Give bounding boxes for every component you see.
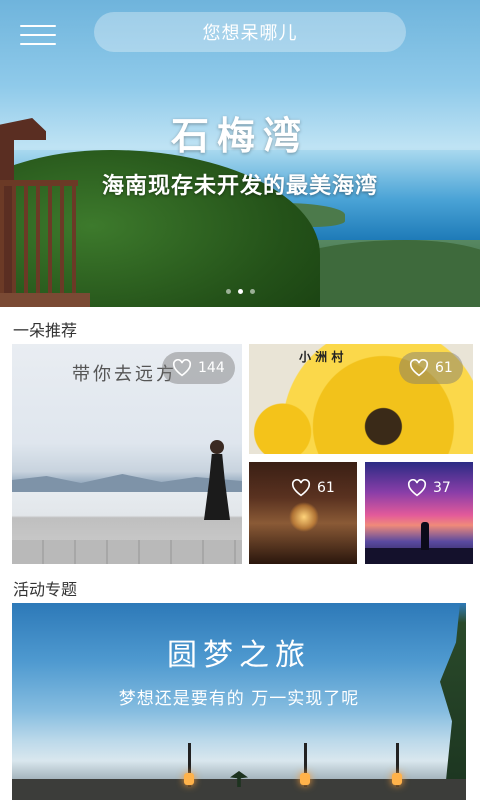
- like-button[interactable]: 37: [403, 472, 455, 504]
- recommend-card-sunset[interactable]: 37: [365, 462, 473, 564]
- recommend-card-cafe[interactable]: 61: [249, 462, 357, 564]
- carousel-dot-active[interactable]: [237, 289, 243, 294]
- heart-icon: [409, 359, 429, 377]
- activity-section-title: 活动专题: [13, 580, 78, 599]
- menu-icon[interactable]: [20, 23, 56, 47]
- like-count: 37: [433, 480, 451, 496]
- street-lamp: [300, 743, 310, 787]
- like-button[interactable]: 144: [162, 352, 235, 384]
- heart-icon: [407, 479, 427, 497]
- activity-subtitle: 梦想还是要有的 万一实现了呢: [118, 689, 360, 709]
- heart-icon: [291, 479, 311, 497]
- activity-banner[interactable]: 圆梦之旅 梦想还是要有的 万一实现了呢: [12, 603, 466, 800]
- carousel-dot[interactable]: [249, 289, 255, 294]
- like-count: 144: [198, 360, 225, 376]
- street-lamp: [392, 743, 402, 787]
- card-caption: 小 洲 村: [299, 350, 344, 364]
- like-button[interactable]: 61: [399, 352, 463, 384]
- card-caption: 带你去远方: [72, 364, 177, 385]
- recommend-card-sunflower[interactable]: 小 洲 村 61: [249, 344, 473, 454]
- recommend-card-large[interactable]: 带你去远方 144: [12, 344, 242, 564]
- search-placeholder: 您想呆哪儿: [202, 23, 298, 44]
- hero-subtitle: 海南现存未开发的最美海湾: [101, 174, 378, 199]
- heart-icon: [172, 359, 192, 377]
- carousel-dot[interactable]: [225, 289, 231, 294]
- activity-title: 圆梦之旅: [167, 638, 311, 673]
- search-input[interactable]: 您想呆哪儿: [94, 12, 406, 52]
- recommend-section-title: 一朵推荐: [13, 321, 78, 340]
- street-lamp: [184, 743, 194, 787]
- like-count: 61: [317, 480, 335, 496]
- hero-title: 石梅湾: [170, 113, 309, 158]
- carousel-indicator: [0, 289, 480, 294]
- like-button[interactable]: 61: [287, 472, 339, 504]
- like-count: 61: [435, 360, 453, 376]
